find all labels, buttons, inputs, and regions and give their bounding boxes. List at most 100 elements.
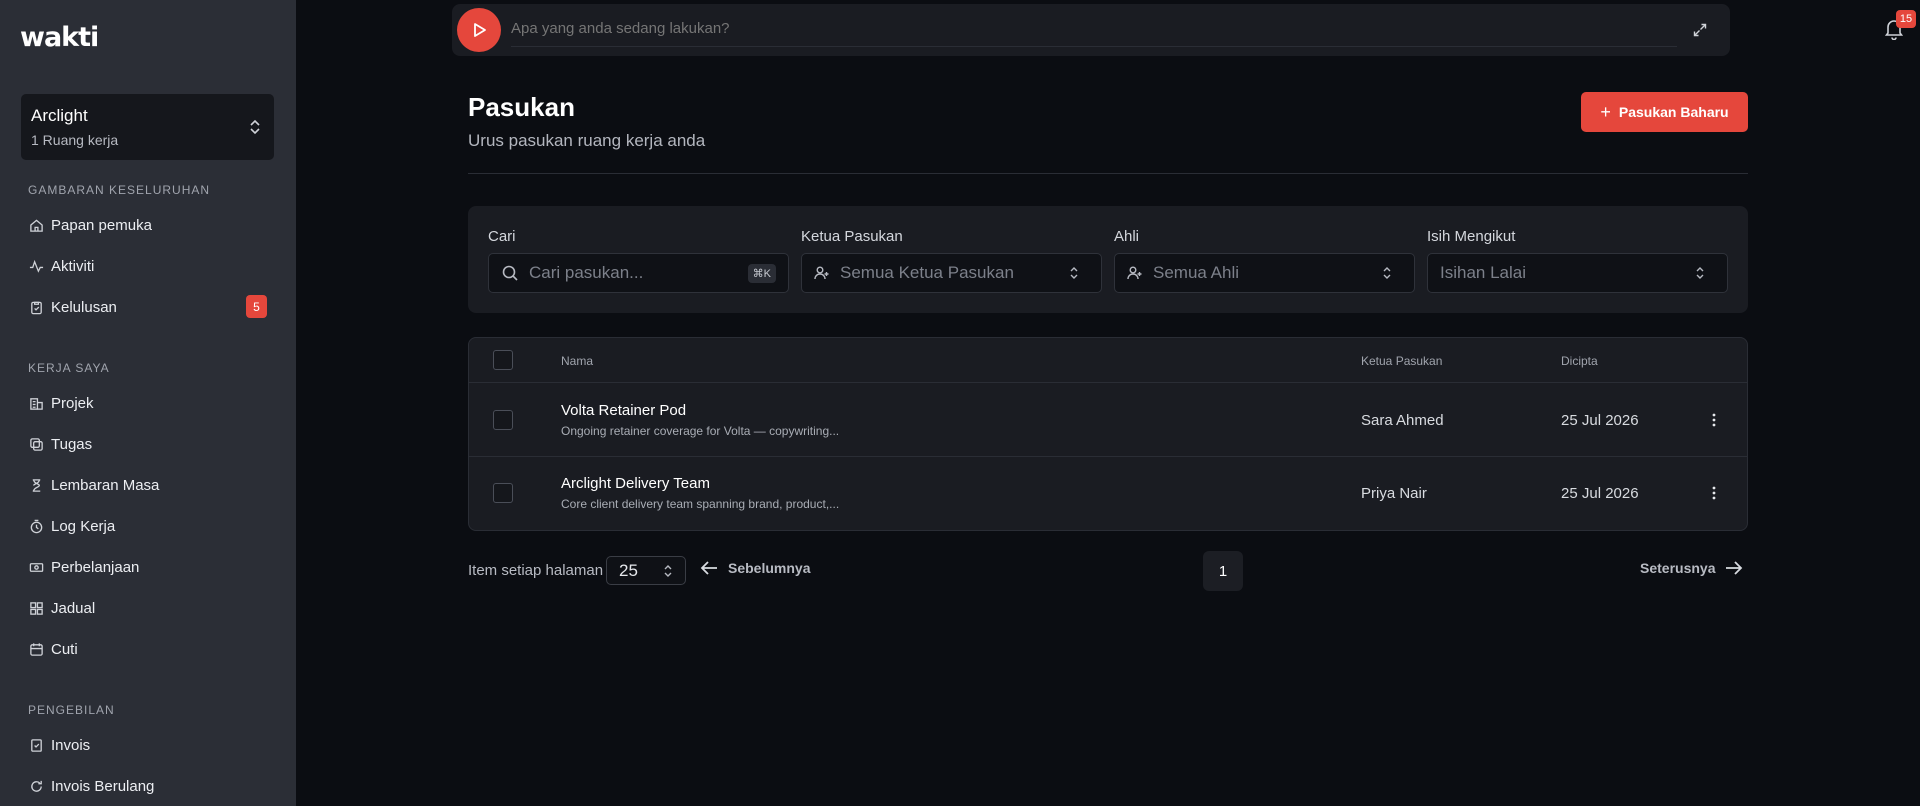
next-label: Seterusnya xyxy=(1640,560,1716,576)
sidebar-item-activity[interactable]: Aktiviti xyxy=(29,255,94,277)
workspace-switcher[interactable]: Arclight 1 Ruang kerja xyxy=(21,94,274,160)
select-all-checkbox[interactable] xyxy=(493,350,513,370)
more-vertical-icon[interactable] xyxy=(1711,485,1717,501)
team-created: 25 Jul 2026 xyxy=(1561,485,1639,502)
sidebar-item-label: Log Kerja xyxy=(51,517,116,535)
row-checkbox[interactable] xyxy=(493,410,513,430)
team-lead: Sara Ahmed xyxy=(1361,412,1444,429)
sidebar-item-label: Kelulusan xyxy=(51,298,117,316)
building-icon xyxy=(30,397,43,410)
sidebar-item-approvals[interactable]: Kelulusan xyxy=(29,296,117,318)
shortcut-hint: ⌘K xyxy=(747,263,776,283)
sidebar-item-label: Invois xyxy=(51,736,91,754)
sidebar-item-leave[interactable]: Cuti xyxy=(29,638,78,660)
timer-icon xyxy=(30,519,43,533)
clipboard-check-icon xyxy=(31,301,42,314)
sidebar-item-dashboard[interactable]: Papan pemuka xyxy=(29,214,152,236)
banknote-icon xyxy=(29,562,44,572)
teams-table: Nama Ketua Pasukan Dicipta Volta Retaine… xyxy=(468,337,1748,531)
tasks-icon xyxy=(30,437,43,451)
expand-icon[interactable] xyxy=(1692,22,1708,38)
lead-filter-label: Ketua Pasukan xyxy=(801,228,903,245)
chevron-up-down-icon xyxy=(1383,267,1391,279)
previous-page-button[interactable]: Sebelumnya xyxy=(700,560,810,576)
grid-icon xyxy=(30,601,43,615)
start-timer-button[interactable] xyxy=(457,8,501,52)
table-row[interactable]: Arclight Delivery Team Core client deliv… xyxy=(469,458,1747,530)
sidebar-item-label: Jadual xyxy=(51,599,96,617)
team-description: Ongoing retainer coverage for Volta — co… xyxy=(561,424,840,438)
sidebar-item-expenses[interactable]: Perbelanjaan xyxy=(29,556,139,578)
sidebar-item-label: Perbelanjaan xyxy=(51,558,140,576)
user-plus-icon xyxy=(814,266,829,280)
lead-filter-select[interactable]: Semua Ketua Pasukan xyxy=(801,253,1102,293)
new-team-label: Pasukan Baharu xyxy=(1618,104,1729,120)
new-team-button[interactable]: + Pasukan Baharu xyxy=(1581,92,1748,132)
plus-icon: + xyxy=(1600,101,1611,122)
sidebar-item-work-log[interactable]: Log Kerja xyxy=(29,515,115,537)
team-name[interactable]: Volta Retainer Pod xyxy=(561,402,686,419)
header-divider xyxy=(468,173,1748,174)
filters-panel: Cari Cari pasukan... ⌘K Ketua Pasukan Se… xyxy=(468,206,1748,313)
table-header: Nama Ketua Pasukan Dicipta xyxy=(469,338,1747,383)
activity-tracker-bar xyxy=(452,4,1730,56)
sidebar-item-projects[interactable]: Projek xyxy=(29,392,94,414)
activity-input[interactable] xyxy=(511,20,1677,37)
chevron-up-down-icon xyxy=(250,119,260,135)
per-page-select[interactable]: 25 xyxy=(606,556,686,585)
per-page-label: Item setiap halaman xyxy=(468,562,604,579)
sidebar: wakti Arclight 1 Ruang kerja GAMBARAN KE… xyxy=(0,0,296,806)
per-page-value: 25 xyxy=(619,560,638,580)
sort-value: Isihan Lalai xyxy=(1440,263,1527,282)
member-filter-select[interactable]: Semua Ahli xyxy=(1114,253,1415,293)
table-row[interactable]: Volta Retainer Pod Ongoing retainer cove… xyxy=(469,384,1747,457)
search-label: Cari xyxy=(488,228,516,245)
page-subtitle: Urus pasukan ruang kerja anda xyxy=(468,131,706,150)
more-vertical-icon[interactable] xyxy=(1711,412,1717,428)
input-underline xyxy=(511,46,1677,47)
column-lead[interactable]: Ketua Pasukan xyxy=(1361,354,1442,368)
section-my-work: KERJA SAYA xyxy=(28,361,110,375)
refresh-icon xyxy=(31,780,42,792)
row-checkbox[interactable] xyxy=(493,483,513,503)
workspace-name: Arclight xyxy=(31,106,88,125)
team-created: 25 Jul 2026 xyxy=(1561,412,1639,429)
section-overview: GAMBARAN KESELURUHAN xyxy=(28,183,211,197)
sidebar-item-recurring-invoices[interactable]: Invois Berulang xyxy=(29,775,154,797)
member-filter-label: Ahli xyxy=(1114,228,1140,245)
member-filter-value: Semua Ahli xyxy=(1153,263,1239,282)
chevron-up-down-icon xyxy=(1070,267,1078,279)
team-lead: Priya Nair xyxy=(1361,485,1427,502)
sidebar-item-label: Papan pemuka xyxy=(51,216,152,234)
user-plus-icon xyxy=(1127,266,1142,280)
sidebar-item-timesheets[interactable]: Lembaran Masa xyxy=(29,474,159,496)
sidebar-item-schedule[interactable]: Jadual xyxy=(29,597,95,619)
search-icon xyxy=(502,265,518,281)
sidebar-item-label: Tugas xyxy=(51,435,93,453)
sidebar-item-label: Invois Berulang xyxy=(51,777,155,795)
search-placeholder: Cari pasukan... xyxy=(529,263,644,282)
sort-label: Isih Mengikut xyxy=(1427,228,1516,245)
workspace-subtitle: 1 Ruang kerja xyxy=(31,132,119,148)
team-description: Core client delivery team spanning brand… xyxy=(561,497,840,511)
invoice-icon xyxy=(31,738,42,752)
column-created[interactable]: Dicipta xyxy=(1561,354,1598,368)
sidebar-item-label: Projek xyxy=(51,394,94,412)
calendar-icon xyxy=(30,642,43,656)
sidebar-item-tasks[interactable]: Tugas xyxy=(29,433,92,455)
sort-select[interactable]: Isihan Lalai xyxy=(1427,253,1728,293)
sidebar-item-label: Aktiviti xyxy=(51,257,95,275)
column-name[interactable]: Nama xyxy=(561,354,593,368)
approvals-count-badge: 5 xyxy=(246,295,267,318)
next-page-button[interactable]: Seterusnya xyxy=(1640,560,1743,576)
app-logo[interactable]: wakti xyxy=(20,22,99,53)
notification-count-badge: 15 xyxy=(1896,10,1916,28)
search-input[interactable]: Cari pasukan... ⌘K xyxy=(488,253,789,293)
section-billing: PENGEBILAN xyxy=(28,703,115,717)
page-number-button[interactable]: 1 xyxy=(1203,551,1243,591)
lead-filter-value: Semua Ketua Pasukan xyxy=(840,263,1014,282)
sidebar-item-invoices[interactable]: Invois xyxy=(29,734,90,756)
chevron-up-down-icon xyxy=(664,564,672,577)
team-name[interactable]: Arclight Delivery Team xyxy=(561,475,710,492)
hourglass-icon xyxy=(32,478,41,492)
